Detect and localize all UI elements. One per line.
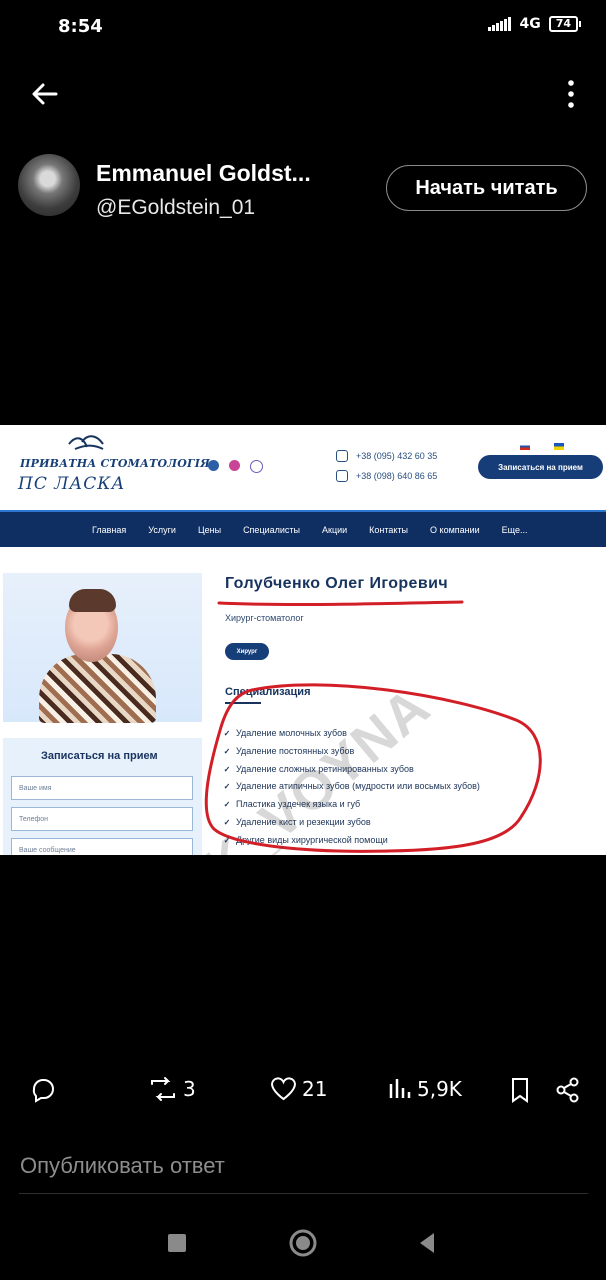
views-count: 5,9K (417, 1076, 462, 1101)
like-action[interactable]: 21 (270, 1076, 327, 1101)
more-vertical-icon[interactable] (566, 78, 576, 110)
arrow-left-icon[interactable] (28, 78, 60, 110)
reply-divider (19, 1193, 588, 1194)
views-action[interactable]: 5,9K (388, 1076, 462, 1101)
bookmark-icon[interactable] (509, 1076, 531, 1104)
heart-icon (270, 1077, 297, 1101)
network-type: 4G (519, 16, 541, 32)
comment-icon[interactable] (29, 1076, 57, 1104)
post-image[interactable]: ПРИВАТНА СТОМАТОЛОГІЯ ПС ЛАСКА +38 (095)… (0, 425, 606, 855)
home-icon[interactable] (288, 1228, 318, 1258)
retweet-icon (151, 1077, 175, 1101)
recent-apps-icon[interactable] (168, 1234, 186, 1252)
profile-avatar[interactable] (18, 154, 80, 216)
views-chart-icon (389, 1079, 411, 1098)
reply-input[interactable]: Опубликовать ответ (20, 1153, 225, 1179)
retweet-count: 3 (183, 1077, 196, 1101)
back-triangle-icon[interactable] (416, 1231, 438, 1255)
like-count: 21 (302, 1076, 328, 1101)
profile-handle[interactable]: @EGoldstein_01 (96, 196, 255, 220)
signal-icon (488, 17, 512, 31)
follow-button[interactable]: Начать читать (386, 165, 587, 211)
profile-name[interactable]: Emmanuel Goldst... (96, 160, 311, 187)
status-indicators: 4G 74 (488, 16, 582, 32)
share-icon[interactable] (554, 1076, 582, 1104)
battery-icon: 74 (548, 16, 582, 32)
status-time: 8:54 (58, 16, 103, 37)
battery-level: 74 (555, 17, 571, 30)
retweet-action[interactable]: 3 (148, 1076, 196, 1102)
